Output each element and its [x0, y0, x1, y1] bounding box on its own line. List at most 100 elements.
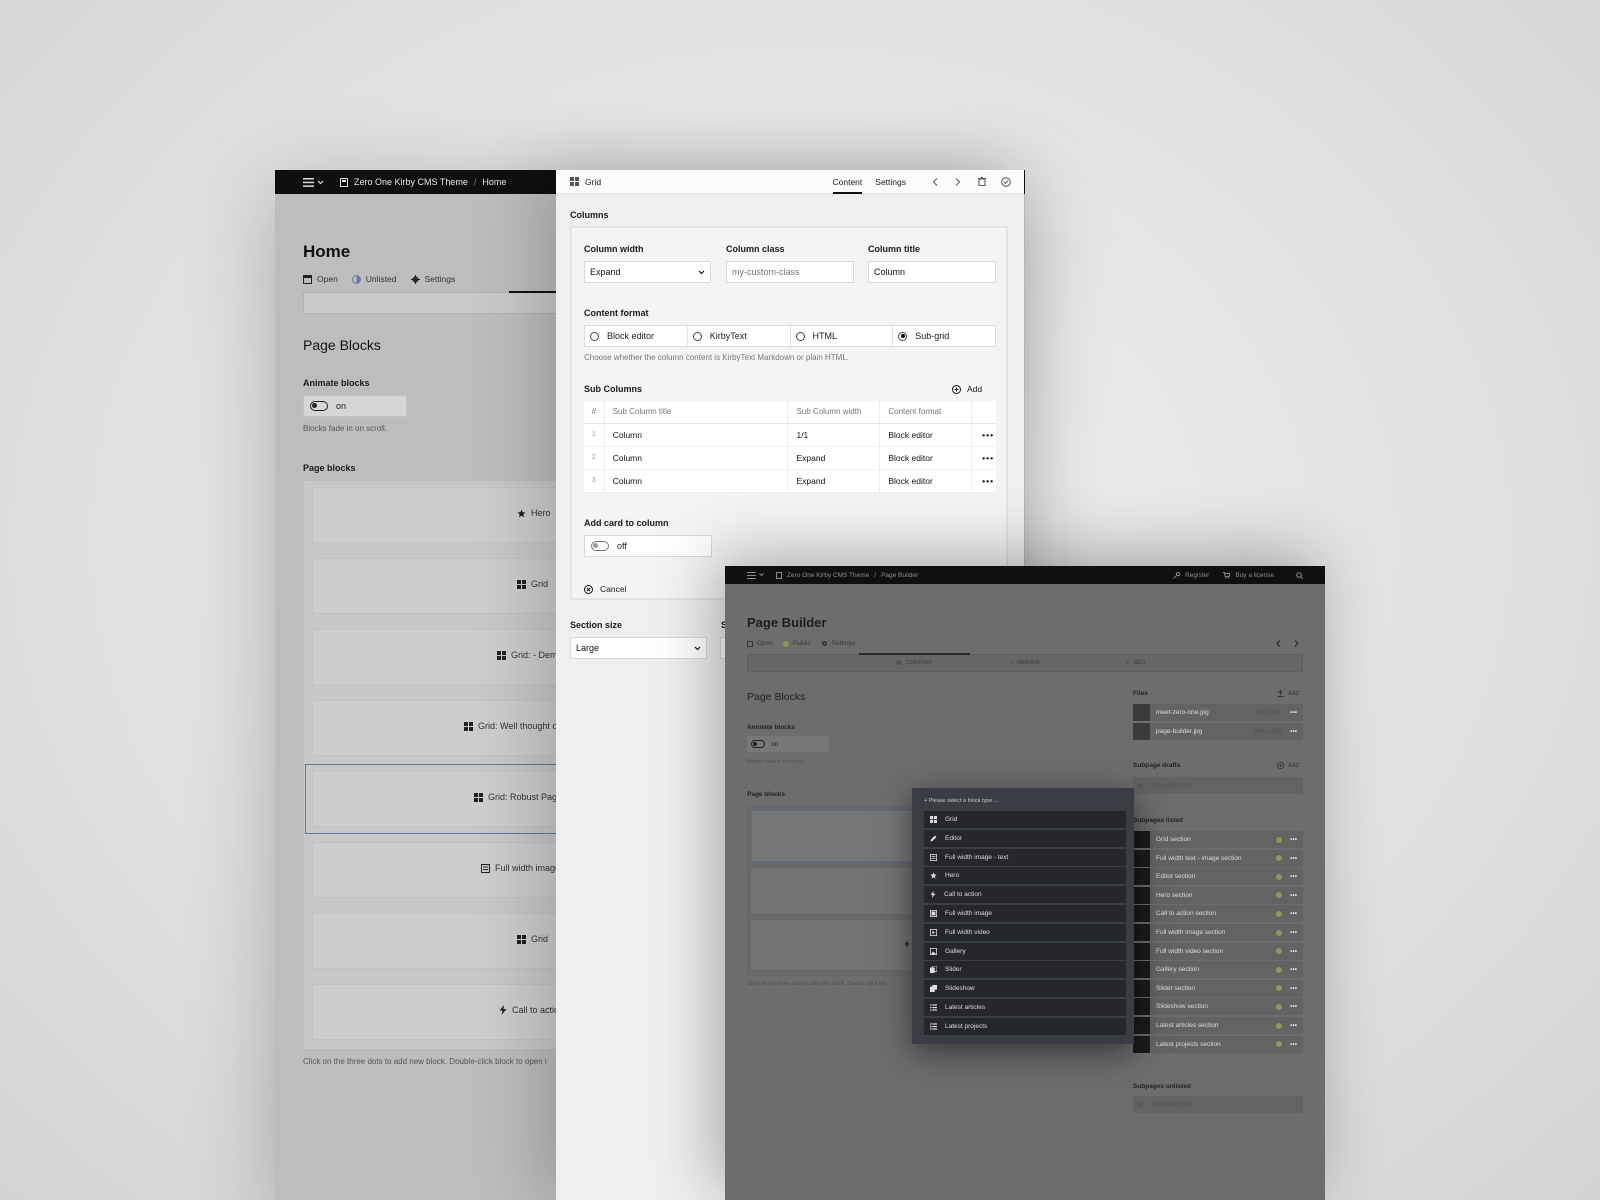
page-options-icon[interactable]: ••• — [1290, 855, 1297, 862]
public-status-icon[interactable] — [1276, 948, 1283, 955]
file-options-icon[interactable]: ••• — [1290, 728, 1297, 735]
check-circle-icon[interactable] — [1001, 176, 1011, 187]
menu-icon[interactable] — [303, 177, 324, 187]
public-status-icon[interactable] — [1276, 1041, 1283, 1048]
page-options-icon[interactable]: ••• — [1290, 985, 1297, 992]
buy-license-button[interactable]: Buy a license — [1223, 571, 1274, 579]
radio-block-editor[interactable]: Block editor — [585, 326, 688, 346]
public-status-icon[interactable] — [1276, 985, 1283, 992]
trash-icon[interactable] — [978, 177, 986, 186]
page-options-icon[interactable]: ••• — [1290, 948, 1297, 955]
file-row[interactable]: meet-zero-one.jpg 1800 × 1200 ••• — [1133, 704, 1303, 721]
page-options-icon[interactable]: ••• — [1290, 1022, 1297, 1029]
menu-item-editor[interactable]: Editor — [924, 829, 1126, 847]
page-options-icon[interactable]: ••• — [1290, 892, 1297, 899]
settings-button[interactable]: Settings — [410, 274, 455, 284]
tab-header[interactable]: ↕ HEADER — [970, 655, 1081, 671]
table-row[interactable]: 1 Column 1/1 Block editor ••• — [584, 423, 996, 447]
pb-breadcrumb-page[interactable]: Page Builder — [881, 572, 918, 579]
listed-page-row[interactable]: Editor section ••• — [1133, 868, 1303, 886]
animate-blocks-toggle[interactable]: on — [303, 395, 407, 417]
menu-icon[interactable] — [747, 571, 764, 579]
radio-html[interactable]: HTML — [791, 326, 894, 346]
listed-page-row[interactable]: Gallery section ••• — [1133, 961, 1303, 979]
listed-page-row[interactable]: Latest projects section ••• — [1133, 1035, 1303, 1053]
menu-item-gallery[interactable]: Gallery — [924, 942, 1126, 960]
row-options-icon[interactable]: ••• — [971, 423, 996, 447]
listed-page-row[interactable]: Call to action section ••• — [1133, 905, 1303, 923]
public-status-icon[interactable] — [1276, 892, 1283, 899]
menu-item-grid[interactable]: Grid — [924, 811, 1126, 828]
menu-item-slider[interactable]: Slider — [924, 961, 1126, 979]
listed-page-row[interactable]: Full width video section ••• — [1133, 942, 1303, 960]
tab-seo[interactable]: ⌕ SEO — [1080, 655, 1191, 671]
page-options-icon[interactable]: ••• — [1290, 966, 1297, 973]
menu-item-full-width-image[interactable]: Full width image — [924, 905, 1126, 922]
listed-page-row[interactable]: Grid section ••• — [1133, 831, 1303, 848]
menu-item-latest-projects[interactable]: Latest projects — [924, 1017, 1126, 1035]
row-options-icon[interactable]: ••• — [971, 446, 996, 470]
pb-open-button[interactable]: Open — [747, 640, 773, 647]
page-options-icon[interactable]: ••• — [1290, 873, 1297, 880]
public-status-icon[interactable] — [1276, 1003, 1283, 1010]
public-status-icon[interactable] — [1276, 1022, 1283, 1029]
chevron-right-icon[interactable] — [955, 177, 961, 186]
page-options-icon[interactable]: ••• — [1290, 929, 1297, 936]
chevron-left-icon[interactable] — [932, 177, 938, 186]
table-row[interactable]: 3 Column Expand Block editor ••• — [584, 469, 996, 493]
menu-item-call-to-action[interactable]: Call to action — [924, 886, 1126, 904]
pb-animate-toggle[interactable]: on — [747, 736, 829, 752]
chevron-left-icon[interactable] — [1276, 640, 1281, 647]
menu-item-hero[interactable]: Hero — [924, 867, 1126, 885]
breadcrumb-page[interactable]: Home — [482, 177, 506, 187]
pb-settings-button[interactable]: Settings — [821, 640, 855, 647]
add-card-toggle[interactable]: off — [584, 535, 712, 557]
tab-content[interactable]: Content — [832, 170, 863, 194]
table-row[interactable]: 2 Column Expand Block editor ••• — [584, 446, 996, 470]
pb-status-button[interactable]: Public — [782, 640, 811, 647]
page-options-icon[interactable]: ••• — [1290, 836, 1297, 843]
radio-kirbytext[interactable]: KirbyText — [688, 326, 791, 346]
public-status-icon[interactable] — [1276, 910, 1283, 917]
listed-page-row[interactable]: Latest articles section ••• — [1133, 1017, 1303, 1034]
sub-columns-add-button[interactable]: Add — [952, 384, 982, 394]
column-width-select[interactable]: Expand — [584, 261, 711, 283]
files-add-button[interactable]: Add — [1277, 690, 1299, 697]
pb-breadcrumb-site[interactable]: Zero One Kirby CMS Theme — [787, 572, 869, 579]
public-status-icon[interactable] — [1276, 966, 1283, 973]
file-options-icon[interactable]: ••• — [1290, 709, 1297, 716]
page-options-icon[interactable]: ••• — [1290, 1041, 1297, 1048]
menu-item-full-width-image-text[interactable]: Full width image - text — [924, 848, 1126, 866]
page-options-icon[interactable]: ••• — [1290, 910, 1297, 917]
listed-page-row[interactable]: Full width image section ••• — [1133, 924, 1303, 941]
listed-page-row[interactable]: Hero section ••• — [1133, 886, 1303, 904]
cancel-button[interactable]: Cancel — [584, 584, 626, 594]
radio-sub-grid[interactable]: Sub-grid — [893, 326, 995, 346]
menu-item-full-width-video[interactable]: Full width video — [924, 923, 1126, 941]
toggle-switch-icon — [310, 401, 328, 411]
column-title-input[interactable]: Column — [868, 261, 996, 283]
section-size-select[interactable]: Large — [570, 637, 707, 659]
listed-page-row[interactable]: Slideshow section ••• — [1133, 998, 1303, 1016]
open-button[interactable]: Open — [303, 274, 338, 284]
register-button[interactable]: Register — [1173, 571, 1209, 579]
file-row[interactable]: page-builder.jpg 1800 × 1201 ••• — [1133, 723, 1303, 740]
chevron-right-icon[interactable] — [1294, 640, 1299, 647]
status-button[interactable]: Unlisted — [351, 274, 397, 284]
public-status-icon[interactable] — [1276, 855, 1283, 862]
column-class-input[interactable] — [726, 261, 854, 283]
row-options-icon[interactable]: ••• — [971, 469, 996, 493]
listed-page-row[interactable]: Full width text - image section ••• — [1133, 849, 1303, 867]
menu-item-slideshow[interactable]: Slideshow — [924, 980, 1126, 998]
tab-settings[interactable]: Settings — [875, 177, 906, 187]
drafts-add-button[interactable]: Add — [1277, 762, 1299, 769]
search-icon[interactable] — [1296, 571, 1303, 579]
breadcrumb-site[interactable]: Zero One Kirby CMS Theme — [354, 177, 468, 187]
menu-item-latest-articles[interactable]: Latest articles — [924, 999, 1126, 1016]
listed-page-row[interactable]: Slider section ••• — [1133, 979, 1303, 997]
public-status-icon[interactable] — [1276, 836, 1283, 843]
public-status-icon[interactable] — [1276, 873, 1283, 880]
tab-content[interactable]: ▤ CONTENT — [858, 653, 970, 671]
public-status-icon[interactable] — [1276, 929, 1283, 936]
page-options-icon[interactable]: ••• — [1290, 1003, 1297, 1010]
